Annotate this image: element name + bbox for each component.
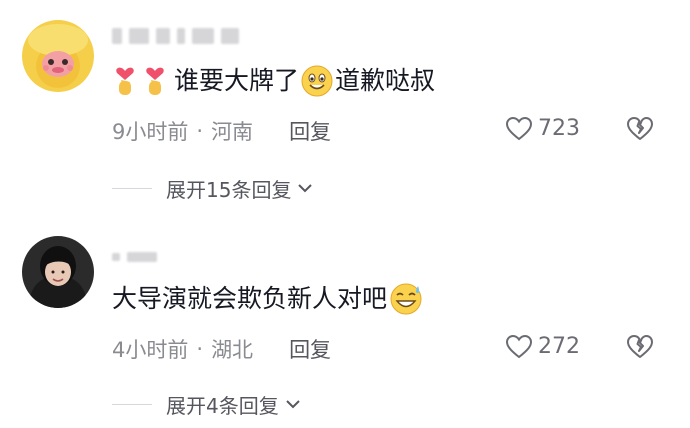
chevron-down-icon bbox=[297, 179, 313, 198]
comment-text-part: 大导演就会欺负新人对吧 bbox=[112, 284, 388, 313]
grinning-sweat-icon bbox=[389, 283, 423, 315]
divider-line bbox=[112, 404, 152, 405]
chevron-down-icon bbox=[285, 395, 301, 414]
comment-text: 谁要大牌了 道歉哒叔 bbox=[112, 64, 435, 98]
grinning-face-icon bbox=[301, 65, 333, 97]
divider-line bbox=[112, 188, 152, 189]
finger-heart-icon bbox=[112, 65, 138, 97]
expand-replies[interactable]: 展开15条回复 bbox=[112, 174, 313, 203]
comment-text-part: 谁要大牌了 bbox=[174, 66, 300, 95]
separator: · bbox=[196, 119, 204, 143]
like-count: 272 bbox=[538, 334, 580, 359]
heart-outline-icon bbox=[506, 116, 532, 140]
comment-text: 大导演就会欺负新人对吧 bbox=[112, 282, 423, 316]
like-count: 723 bbox=[538, 116, 580, 141]
comment-meta: 9小时前 · 河南 回复 bbox=[112, 116, 331, 146]
dislike-button[interactable] bbox=[626, 335, 654, 363]
reply-button[interactable]: 回复 bbox=[289, 334, 331, 364]
expand-replies[interactable]: 展开4条回复 bbox=[112, 390, 301, 419]
like-button[interactable]: 723 bbox=[506, 116, 580, 141]
username-blurred[interactable] bbox=[112, 247, 164, 269]
broken-heart-icon bbox=[627, 117, 653, 140]
separator: · bbox=[196, 337, 204, 361]
timestamp: 9小时前 bbox=[112, 120, 189, 144]
reply-button[interactable]: 回复 bbox=[289, 116, 331, 146]
dislike-button[interactable] bbox=[626, 117, 654, 145]
like-button[interactable]: 272 bbox=[506, 334, 580, 359]
avatar[interactable] bbox=[22, 236, 94, 308]
avatar[interactable] bbox=[22, 20, 94, 92]
comment-meta: 4小时前 · 湖北 回复 bbox=[112, 334, 331, 364]
expand-replies-label: 展开15条回复 bbox=[166, 178, 292, 202]
timestamp: 4小时前 bbox=[112, 338, 189, 362]
expand-replies-label: 展开4条回复 bbox=[166, 394, 279, 418]
finger-heart-icon bbox=[142, 65, 168, 97]
location: 湖北 bbox=[211, 338, 254, 362]
comment-text-part: 道歉哒叔 bbox=[335, 66, 436, 95]
username-blurred[interactable] bbox=[112, 26, 246, 48]
location: 河南 bbox=[211, 120, 254, 144]
broken-heart-icon bbox=[627, 335, 653, 358]
heart-outline-icon bbox=[506, 334, 532, 358]
